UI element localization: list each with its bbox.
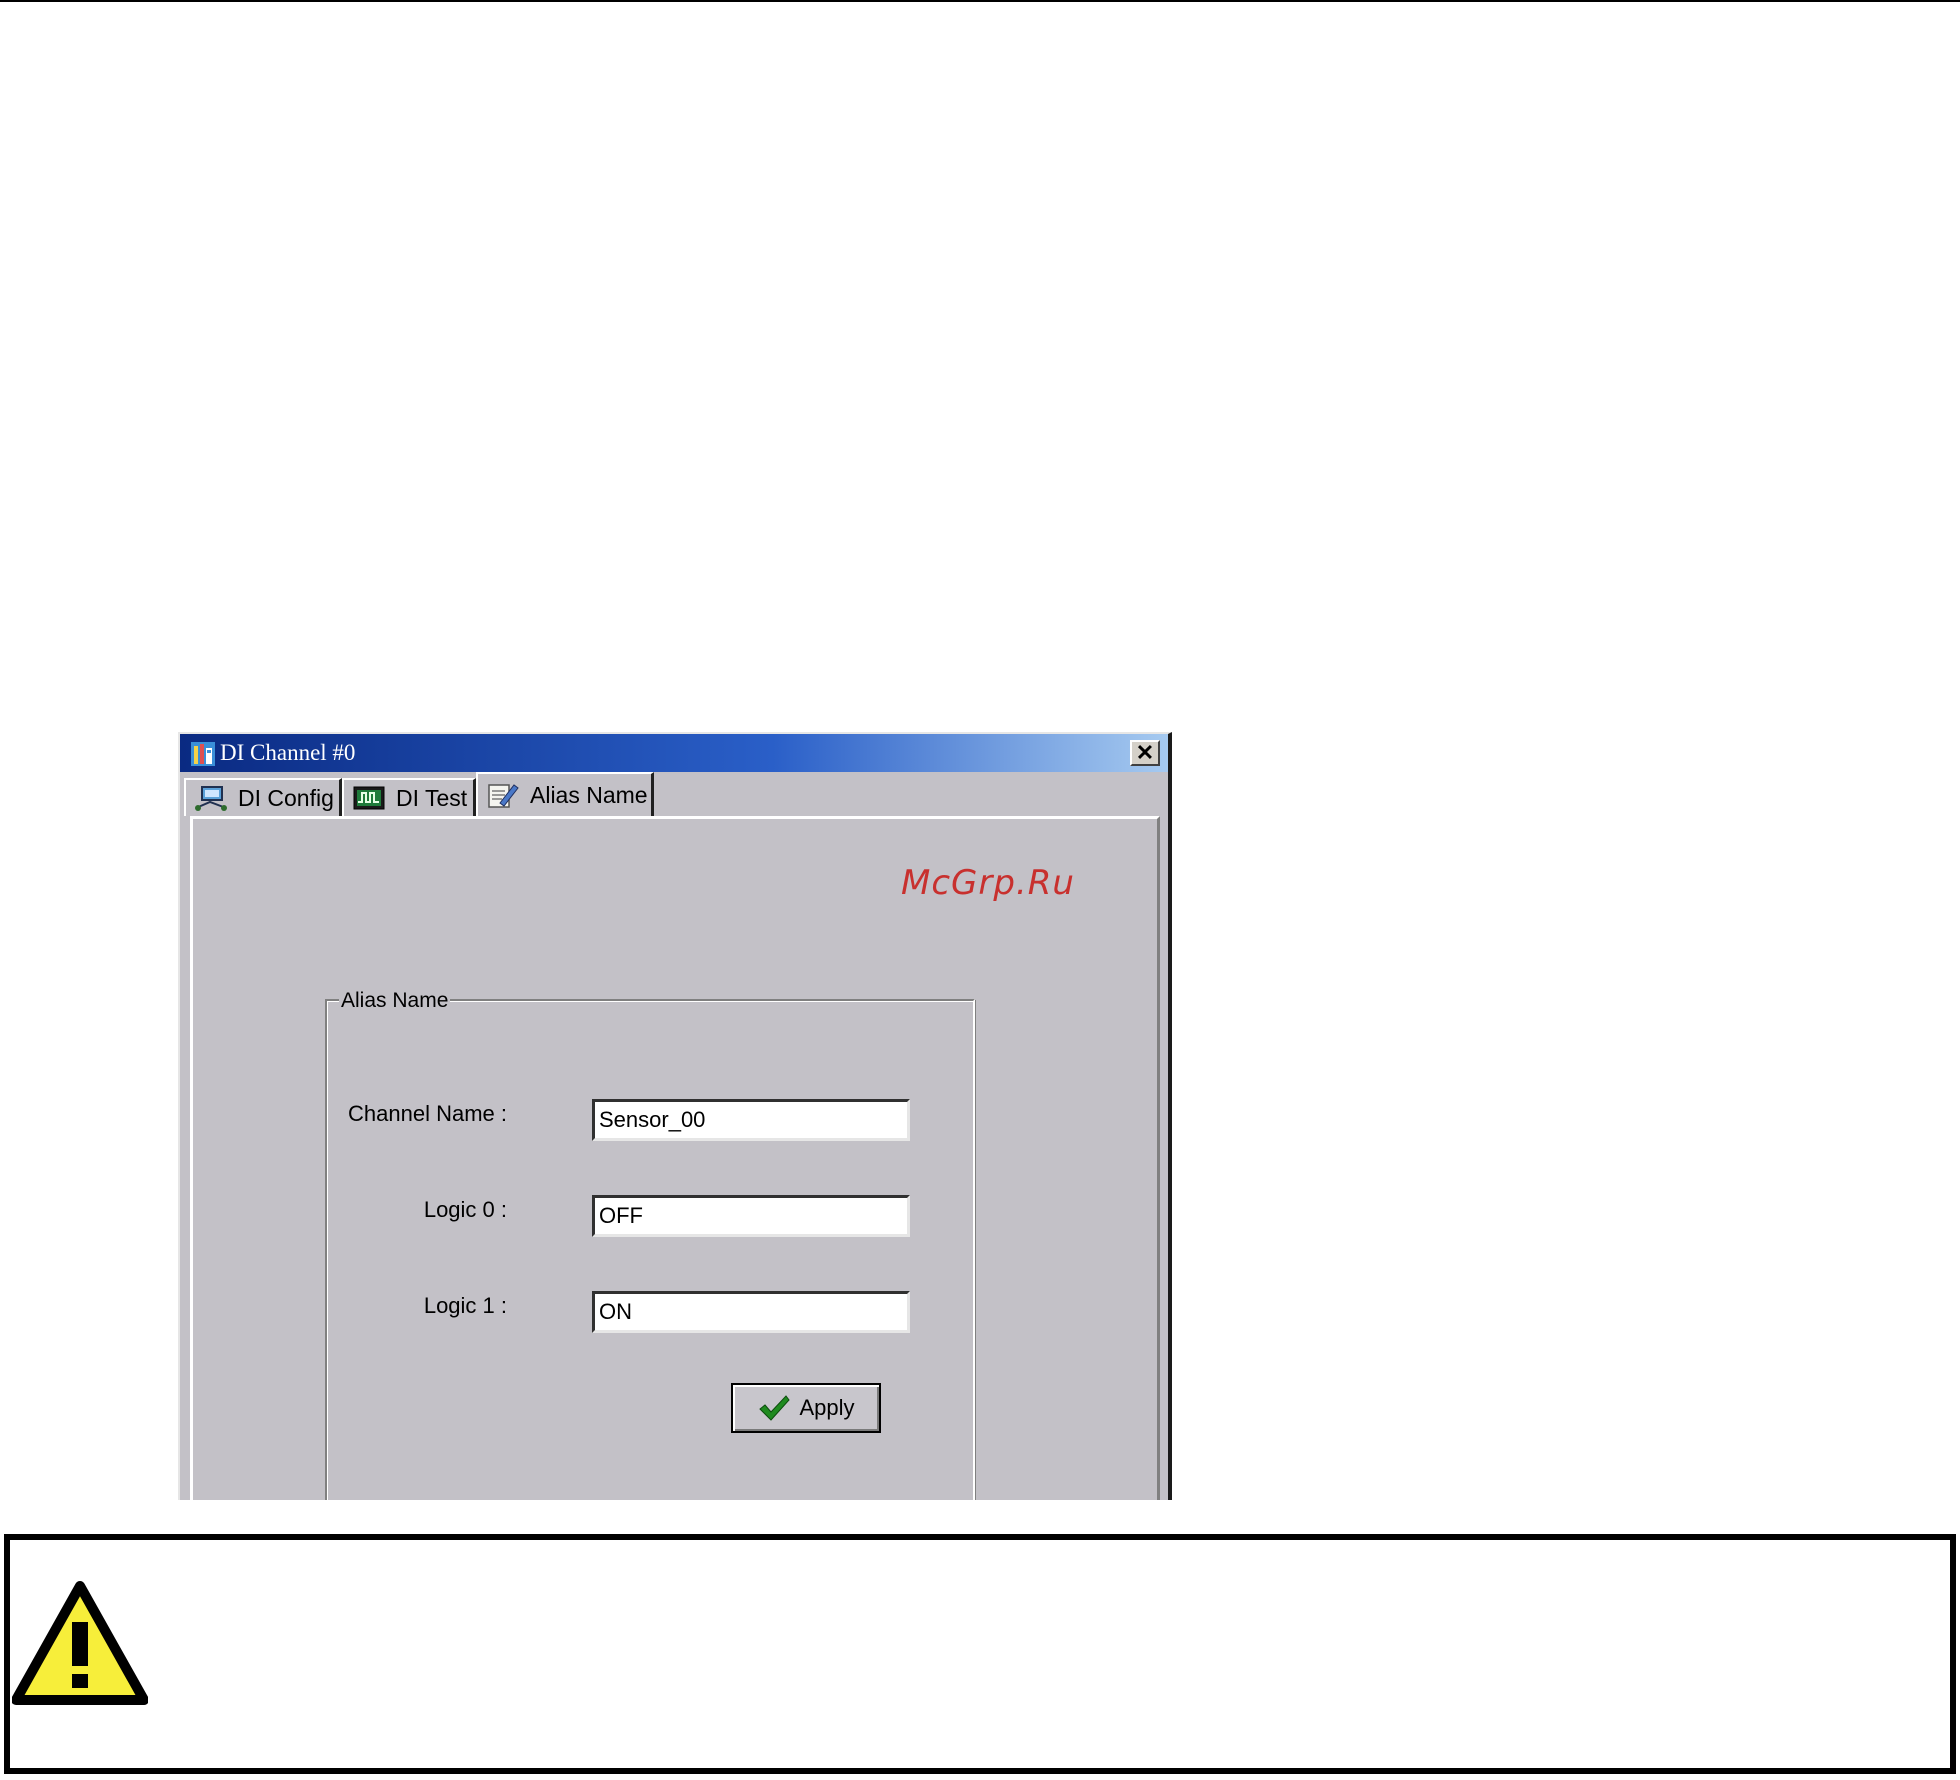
notepad-edit-icon: [488, 784, 519, 808]
watermark: McGrp.Ru: [901, 863, 1075, 903]
logic1-input[interactable]: [592, 1291, 910, 1333]
channel-name-label: Channel Name :: [348, 1101, 507, 1126]
tab-label: Alias Name: [530, 781, 648, 808]
waveform-test-icon: [353, 786, 385, 810]
alias-name-group: Alias Name Channel Name : Logic 0 : Logi…: [325, 989, 975, 1500]
close-button[interactable]: ✕: [1130, 740, 1160, 766]
network-config-icon: [195, 786, 227, 811]
logic0-input[interactable]: [592, 1195, 910, 1237]
checkmark-icon: [759, 1395, 791, 1421]
close-icon: ✕: [1135, 740, 1155, 765]
warning-triangle-icon: [12, 1581, 148, 1705]
tab-di-test[interactable]: DI Test: [342, 778, 476, 816]
title-bar[interactable]: DI Channel #0 ✕: [180, 734, 1168, 772]
tab-label: DI Test: [396, 784, 468, 811]
apply-button[interactable]: Apply: [731, 1383, 881, 1433]
top-rule: [0, 0, 1960, 2]
tab-strip: DI Config DI Test Alias Name: [180, 772, 1168, 816]
logic0-label: Logic 0 :: [423, 1197, 507, 1222]
apply-label: Apply: [799, 1395, 855, 1420]
logic1-label: Logic 1 :: [423, 1293, 507, 1318]
tab-label: DI Config: [238, 784, 334, 811]
group-legend: Alias Name: [339, 989, 451, 1013]
alias-name-panel: McGrp.Ru Alias Name Channel Name : Logic…: [190, 816, 1160, 1500]
tab-di-config[interactable]: DI Config: [184, 778, 342, 816]
notice-box: [4, 1534, 1956, 1774]
di-channel-dialog: DI Channel #0 ✕ DI Config DI Test Alias …: [178, 732, 1172, 1500]
channel-name-input[interactable]: [592, 1099, 910, 1141]
window-title: DI Channel #0: [220, 740, 356, 765]
tab-alias-name[interactable]: Alias Name: [476, 772, 654, 816]
app-icon: [191, 742, 215, 766]
